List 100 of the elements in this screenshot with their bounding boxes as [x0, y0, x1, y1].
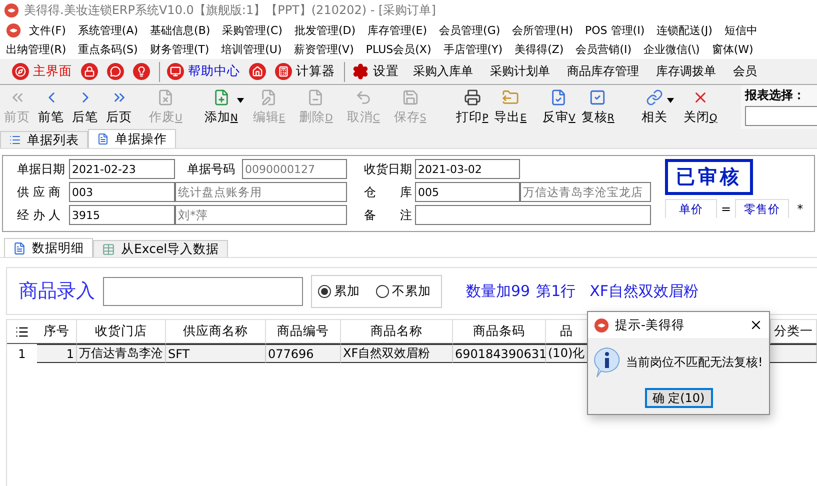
file-check-icon	[550, 88, 568, 106]
field-label: 经 办 人	[17, 206, 62, 224]
text-field[interactable]: 0090000127	[242, 159, 347, 179]
name-field: 统计盘点账务用	[175, 182, 347, 202]
field-label: 供 应 商	[17, 184, 62, 200]
toolbar-button[interactable]: 后页	[102, 85, 136, 129]
menu-item[interactable]: 文件(F)	[29, 23, 66, 38]
menu-item[interactable]: 库存管理(E)	[368, 23, 428, 38]
printer-icon	[464, 88, 481, 106]
menu-item[interactable]: 财务管理(T)	[150, 42, 210, 57]
quick-link[interactable]: 库存调拨单	[651, 63, 721, 80]
calculator-icon[interactable]	[275, 63, 292, 80]
menu-item[interactable]: 出纳管理(R)	[6, 42, 66, 57]
settings-icon[interactable]	[352, 63, 369, 80]
code-field[interactable]: 003	[69, 182, 175, 202]
menu-item[interactable]: 短信中	[724, 23, 758, 38]
menu-item[interactable]: 培训管理(U)	[221, 42, 282, 57]
text-field[interactable]	[415, 205, 651, 225]
toolbar-button[interactable]: 前笔	[34, 85, 68, 129]
logo-icon	[4, 3, 19, 18]
caret-icon[interactable]	[236, 98, 244, 102]
report-label: 报表选择：	[745, 87, 806, 104]
code-field[interactable]: 3915	[69, 205, 175, 225]
toolbar-button[interactable]: 添加N	[201, 85, 241, 129]
quick-link[interactable]: 计算器	[296, 63, 335, 80]
dialog-message: 当前岗位不匹配无法复核!	[626, 354, 763, 370]
equals-sign: =	[721, 202, 732, 216]
home-icon[interactable]	[249, 63, 266, 80]
quick-link[interactable]: 主界面	[33, 63, 72, 80]
report-select-field[interactable]	[745, 106, 817, 126]
table-cell: SFT	[166, 344, 266, 363]
table-cell: 1	[37, 344, 77, 363]
field-label: 单据号码	[187, 160, 236, 178]
file-x-icon	[157, 88, 174, 106]
menu-item[interactable]: POS 管理(I)	[585, 23, 645, 38]
toolbar-button[interactable]: 后笔	[68, 85, 102, 129]
link-icon	[646, 88, 663, 106]
text-field[interactable]: 2021-03-02	[415, 159, 520, 179]
table-cell: XF自然双效眉粉	[341, 344, 453, 363]
menu-item[interactable]: 手店管理(Y)	[443, 42, 503, 57]
audited-stamp: 已审核	[665, 159, 753, 195]
caret-icon[interactable]	[667, 98, 674, 102]
menu-item[interactable]: 连锁配送(J)	[656, 23, 712, 38]
radio-option[interactable]: 不累加	[376, 282, 431, 300]
field-label: 备 注	[364, 206, 413, 224]
menu-item[interactable]: 基础信息(B)	[150, 23, 210, 38]
quick-link[interactable]: 设置	[373, 63, 399, 80]
name-field: 万信达青岛李沧宝龙店	[520, 182, 651, 202]
lightbulb-icon[interactable]	[133, 63, 150, 80]
grid-menu-icon[interactable]	[15, 324, 29, 338]
monitor-icon[interactable]	[167, 63, 184, 80]
radio-option[interactable]: 累加	[318, 282, 360, 300]
toolbar-button[interactable]: 打印 P	[453, 85, 492, 129]
dialog-title: 提示-美得得	[615, 316, 686, 334]
menu-item[interactable]: 采购管理(C)	[222, 23, 282, 38]
menu-item[interactable]: 薪资管理(V)	[294, 42, 354, 57]
quick-link[interactable]: 采购计划单	[485, 63, 555, 80]
menu-item[interactable]: 重点条码(S)	[78, 42, 138, 57]
file-plus-icon	[212, 88, 230, 106]
logo-icon	[594, 318, 609, 332]
table-cell: 077696	[266, 344, 341, 363]
menu-item[interactable]: 会所管理(H)	[512, 23, 574, 38]
menu-item[interactable]: 批发管理(D)	[294, 23, 356, 38]
field-label: 仓 库	[364, 184, 413, 200]
toolbar-button[interactable]: 导出 E	[491, 85, 530, 129]
lock-icon[interactable]	[81, 63, 98, 80]
page-tab[interactable]: 单据列表	[0, 131, 88, 148]
menu-item[interactable]: 会员营销(I)	[576, 42, 632, 57]
info-text: XF自然双效眉粉	[590, 282, 699, 300]
menu-item[interactable]: PLUS会员(X)	[366, 42, 432, 57]
toolbar-button[interactable]: 反审V	[540, 85, 578, 129]
field-label: 单据日期	[17, 160, 66, 178]
code-field[interactable]: 005	[415, 182, 520, 202]
toolbar-button[interactable]: 相关	[637, 85, 672, 129]
document-icon	[97, 133, 109, 145]
info-text: 数量加99	[466, 282, 530, 300]
detail-tab[interactable]: 从Excel导入数据	[93, 240, 228, 257]
table-cell: (10)化	[546, 344, 588, 363]
document-icon	[13, 242, 26, 254]
toolbar-button[interactable]: 复核R	[578, 85, 618, 129]
menu-item[interactable]: 会员管理(G)	[439, 23, 500, 38]
table-cell: 690184390631	[453, 344, 546, 363]
quick-link[interactable]: 会员	[728, 63, 762, 80]
compass-icon[interactable]	[12, 63, 29, 80]
page-tab[interactable]: 单据操作	[88, 129, 176, 148]
menu-item[interactable]: 企业微信(\)	[644, 42, 700, 57]
detail-tab[interactable]: 数据明细	[4, 238, 93, 257]
menu-item[interactable]: 美得得(Z)	[514, 42, 564, 57]
quick-link[interactable]: 帮助中心	[188, 63, 240, 80]
ok-button[interactable]: 确 定(10)	[644, 388, 712, 408]
quick-link[interactable]: 商品库存管理	[562, 63, 644, 80]
quick-link[interactable]: 采购入库单	[408, 63, 478, 80]
menu-item[interactable]: 系统管理(A)	[78, 23, 138, 38]
price-label: 零售价	[735, 199, 790, 218]
chat-icon[interactable]	[107, 63, 124, 80]
menu-item[interactable]: 窗体(W)	[712, 42, 754, 57]
toolbar-button[interactable]: 关闭Q	[680, 85, 720, 129]
close-icon[interactable]	[749, 318, 763, 332]
text-field[interactable]: 2021-02-23	[69, 159, 175, 179]
product-entry-field[interactable]	[103, 276, 303, 306]
